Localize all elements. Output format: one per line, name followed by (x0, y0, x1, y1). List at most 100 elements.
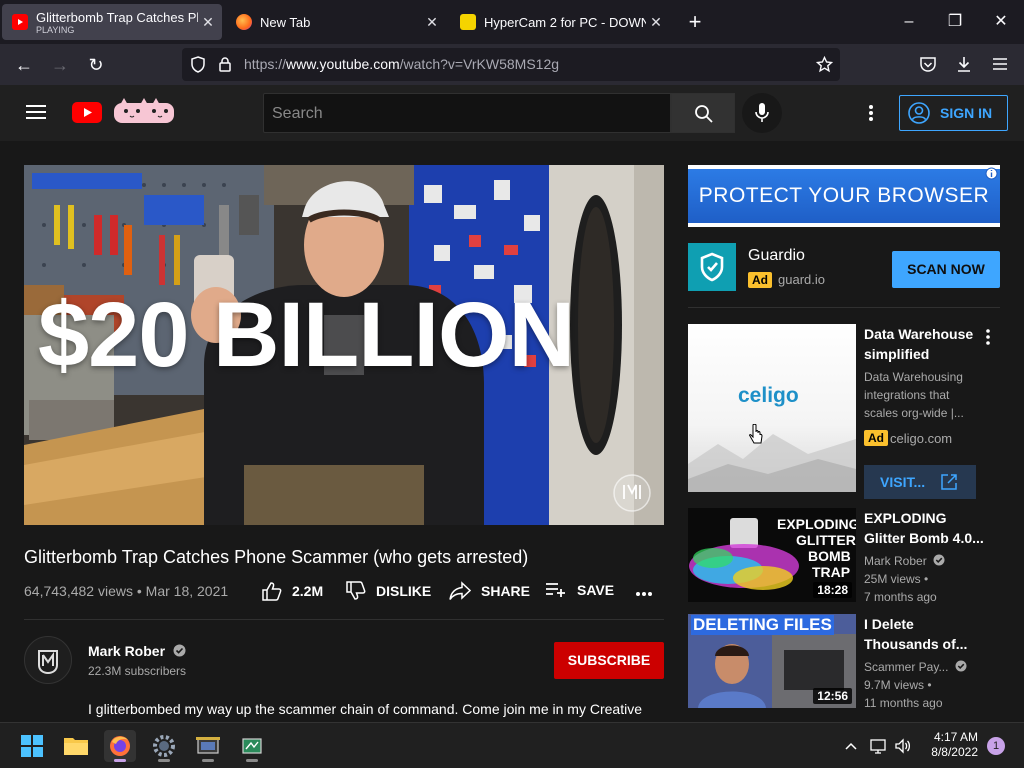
dislike-button[interactable]: DISLIKE (346, 581, 431, 601)
share-label: SHARE (481, 583, 531, 599)
guide-menu-icon[interactable] (26, 104, 46, 120)
like-button[interactable]: 2.2M (262, 581, 323, 601)
thumbs-down-icon (346, 581, 366, 600)
tab-title: HyperCam 2 for PC - DOWNLOAD (484, 14, 646, 30)
ad-badge: Ad (748, 272, 772, 288)
settings-kebab-icon[interactable] (868, 104, 874, 122)
lock-icon[interactable] (218, 56, 232, 73)
sign-in-button[interactable]: SIGN IN (899, 95, 1008, 131)
shield-icon[interactable] (190, 56, 206, 73)
protect-browser-ad-banner[interactable]: PROTECT YOUR BROWSER (688, 165, 1000, 227)
channel-avatar[interactable] (24, 636, 72, 684)
address-bar[interactable]: https://www.youtube.com/watch?v=VrKW58MS… (182, 48, 840, 81)
voice-search-button[interactable] (742, 93, 782, 133)
hypercam-favicon-icon (460, 14, 476, 30)
pocket-icon[interactable] (919, 56, 937, 73)
system-clock[interactable]: 4:17 AM 8/8/2022 (931, 730, 978, 760)
celigo-logo-text: celigo (738, 384, 799, 407)
url-text[interactable]: https://www.youtube.com/watch?v=VrKW58MS… (244, 56, 559, 72)
related-video-title-line-2[interactable]: Glitter Bomb 4.0... (864, 528, 984, 548)
forward-arrow-icon[interactable]: → (47, 52, 73, 78)
guardio-ad-title[interactable]: Guardio (748, 247, 805, 265)
video-duration: 18:28 (813, 582, 852, 598)
search-placeholder: Search (272, 105, 323, 122)
share-button[interactable]: SHARE (449, 581, 530, 601)
save-button[interactable]: SAVE (545, 581, 614, 599)
search-icon (695, 105, 713, 123)
taskbar-file-explorer[interactable] (60, 730, 92, 762)
celigo-ad-menu-icon[interactable] (978, 327, 998, 347)
search-input[interactable]: Search (263, 93, 671, 133)
tab-close-icon[interactable]: ✕ (422, 14, 442, 31)
ad-banner-text: PROTECT YOUR BROWSER (688, 169, 1000, 223)
search-button[interactable] (671, 93, 735, 133)
guardio-logo[interactable] (688, 243, 736, 291)
celigo-ad-url: celigo.com (890, 431, 953, 446)
tab-close-icon[interactable]: ✕ (646, 14, 666, 31)
show-hidden-icons-chevron-icon[interactable] (844, 739, 858, 753)
thumbs-up-icon (262, 582, 282, 601)
downloads-icon[interactable] (955, 55, 973, 73)
related-video-thumbnail[interactable]: DELETING FILES 12:56 (688, 614, 856, 708)
guardio-ad-url: guard.io (778, 272, 825, 287)
thumb-text-3: BOMB (808, 548, 851, 564)
youtube-doodle-cats-icon[interactable] (112, 97, 176, 125)
open-app-indicator (202, 759, 214, 762)
related-video-title-line-1[interactable]: I Delete (864, 614, 914, 634)
related-video-age: 11 months ago (864, 696, 943, 710)
share-arrow-icon (449, 581, 471, 600)
back-arrow-icon[interactable]: ← (11, 52, 37, 78)
taskbar-settings[interactable] (148, 730, 180, 762)
more-actions-icon[interactable] (635, 591, 653, 597)
channel-name[interactable]: Mark Rober (88, 643, 186, 659)
tab-close-icon[interactable]: ✕ (198, 14, 218, 31)
save-label: SAVE (577, 582, 615, 598)
browser-tab-strip: Glitterbomb Trap Catches Phone PLAYING ✕… (0, 0, 1024, 44)
youtube-logo-icon[interactable] (72, 102, 102, 123)
volume-icon[interactable] (894, 738, 912, 754)
taskbar-hypercam[interactable] (192, 730, 224, 762)
related-video-title-line-1[interactable]: EXPLODING (864, 508, 946, 528)
video-player[interactable]: $20 BILLION (24, 165, 664, 525)
reload-icon[interactable]: ↻ (83, 52, 109, 78)
mouse-cursor-icon (749, 424, 763, 444)
hamburger-menu-icon[interactable] (992, 57, 1008, 71)
window-close-icon[interactable]: ✕ (986, 10, 1016, 34)
hypercam-icon (196, 737, 220, 754)
video-description: I glitterbombed my way up the scammer ch… (88, 701, 642, 717)
watch-page: $20 BILLION Glitterbomb Trap Catches Pho… (0, 141, 1024, 722)
video-duration: 12:56 (813, 688, 852, 704)
restore-icon[interactable]: ❐ (940, 10, 970, 34)
related-video-channel[interactable]: Mark Rober (864, 552, 945, 570)
subscribe-button[interactable]: SUBSCRIBE (554, 642, 664, 679)
celigo-ad-title-line-1[interactable]: Data Warehouse (864, 324, 973, 344)
ad-info-icon[interactable] (985, 167, 998, 180)
celigo-ad-desc-line-3: scales org-wide |... (864, 406, 964, 420)
related-video-title-line-2[interactable]: Thousands of... (864, 634, 967, 654)
window-app-icon (242, 738, 262, 754)
minimize-icon[interactable]: – (894, 10, 924, 34)
celigo-ad-title-line-2[interactable]: simplified (864, 344, 929, 364)
notification-badge[interactable]: 1 (987, 737, 1005, 755)
start-button[interactable] (16, 730, 48, 762)
view-count: 64,743,482 views (24, 583, 133, 599)
tab-title: New Tab (260, 14, 311, 30)
related-video-channel[interactable]: Scammer Pay... (864, 658, 967, 676)
network-icon[interactable] (870, 738, 888, 754)
taskbar-firefox[interactable] (104, 730, 136, 762)
visit-site-button[interactable]: VISIT... (864, 465, 976, 499)
celigo-ad-thumbnail[interactable]: celigo (688, 324, 856, 492)
tab-youtube-video[interactable]: Glitterbomb Trap Catches Phone PLAYING ✕ (2, 4, 222, 40)
thumb-text-1: EXPLODING (777, 516, 856, 532)
tab-new-tab[interactable]: New Tab ✕ (226, 4, 446, 40)
tab-hypercam[interactable]: HyperCam 2 for PC - DOWNLOAD ✕ (450, 4, 670, 40)
scan-now-button[interactable]: SCAN NOW (892, 251, 1000, 288)
taskbar-app[interactable] (236, 730, 268, 762)
celigo-ad-desc-line-2: integrations that (864, 388, 950, 402)
new-tab-plus-icon[interactable]: + (680, 10, 710, 34)
related-video-views: 9.7M views • (864, 678, 932, 692)
bookmark-star-icon[interactable] (816, 56, 833, 73)
windows-taskbar: 4:17 AM 8/8/2022 1 (0, 722, 1024, 768)
snow-mountain-illustration (688, 434, 856, 492)
related-video-thumbnail[interactable]: EXPLODING GLITTER BOMB TRAP 18:28 (688, 508, 856, 602)
